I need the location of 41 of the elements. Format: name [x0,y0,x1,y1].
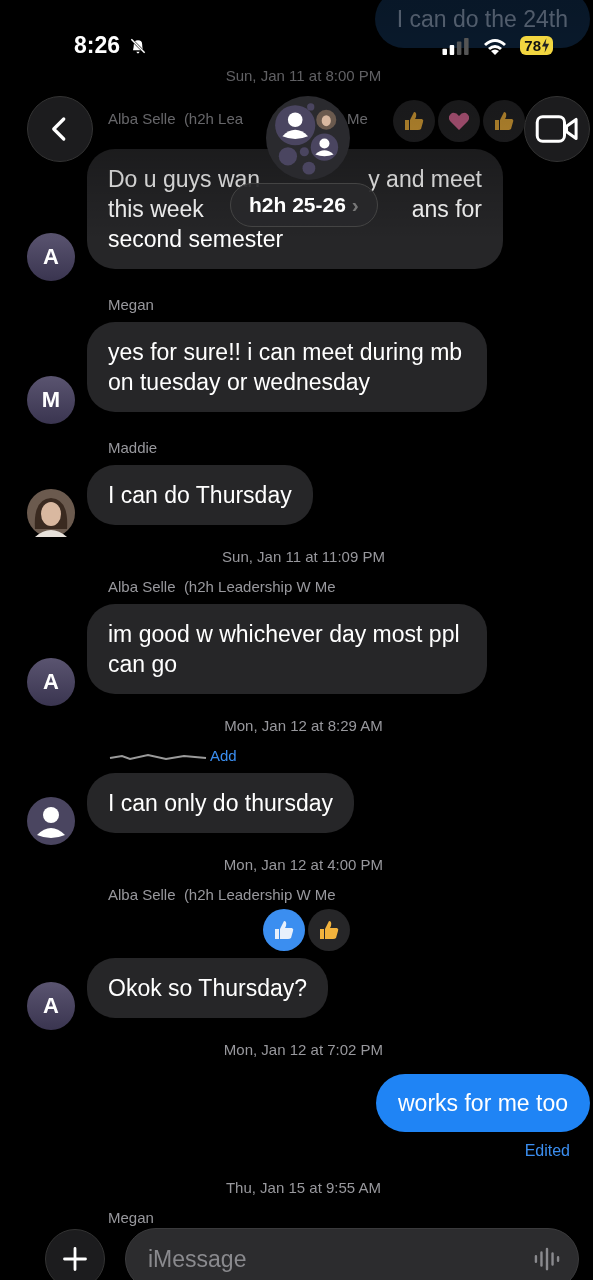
message-input-field[interactable]: iMessage [125,1228,579,1280]
video-camera-icon [535,114,579,144]
add-button[interactable] [45,1229,105,1280]
timestamp: Thu, Jan 15 at 9:55 AM [224,1178,383,1198]
received-message: I can do Thursday [87,465,313,525]
edited-link[interactable]: Edited [524,1142,570,1160]
timestamp: Sun, Jan 11 at 8:00 PM [224,66,383,86]
plus-icon [61,1245,89,1273]
sender-name: Maddie [108,438,158,458]
audio-waveform-icon[interactable] [533,1247,561,1271]
avatar[interactable]: A [27,982,75,1030]
sender-name: Me [347,109,368,129]
received-message: im good w whichever day most ppl can go [87,604,487,694]
received-message: I can only do thursday [87,773,355,833]
sender-name: Alba Selle (h2h Lea [108,109,244,129]
sender-name: Alba Selle (h2h Leadership W Me [108,577,336,597]
clock: 8:26 [74,32,121,59]
avatar[interactable]: A [27,233,75,281]
sender-name: Megan [108,1208,154,1228]
reaction-badge[interactable] [308,909,350,951]
timestamp: Sun, Jan 11 at 11:09 PM [221,547,386,567]
add-contact-link[interactable]: Add [210,746,237,766]
sender-name: Megan [108,295,154,315]
received-message: yes for sure!! i can meet during mb on tuesday or wednesday [87,322,487,412]
reaction-badge[interactable] [263,909,305,951]
person-icon[interactable] [27,797,75,845]
battery-indicator: 78 [520,36,553,55]
thumbs-up-icon [317,918,341,942]
sender-name: Alba Selle (h2h Leadership W Me [108,885,336,905]
sent-message: works for me too [376,1074,590,1132]
timestamp: Mon, Jan 12 at 4:00 PM [222,855,385,875]
timestamp: Mon, Jan 12 at 7:02 PM [222,1040,385,1060]
thumbs-up-icon [272,918,296,942]
thumbs-up-icon [402,109,426,133]
group-avatar-drawing[interactable] [266,96,350,180]
avatar[interactable]: A [27,658,75,706]
received-message: Okok so Thursday? [87,958,328,1018]
avatar[interactable]: M [27,376,75,424]
timestamp: Mon, Jan 12 at 8:29 AM [223,716,384,736]
signal-icon [442,36,471,55]
thumbs-up-icon [492,109,516,133]
